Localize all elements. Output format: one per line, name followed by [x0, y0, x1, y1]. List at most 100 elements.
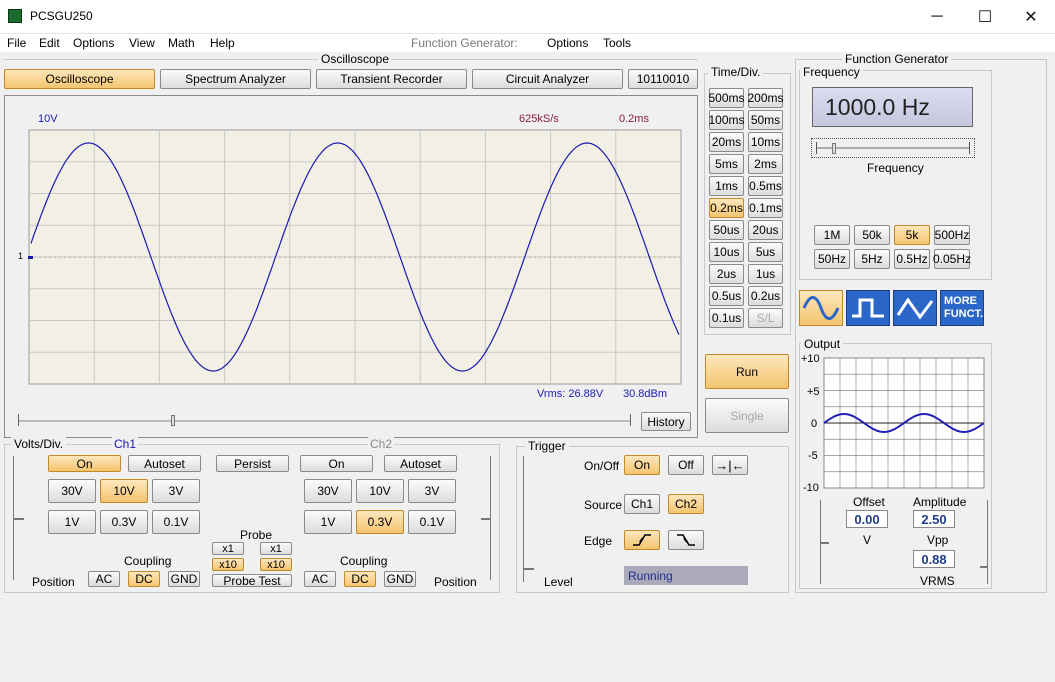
timebase-button[interactable]: 2us: [709, 264, 744, 284]
timebase-button[interactable]: 0.5ms: [748, 176, 783, 196]
freq-range-button[interactable]: 50Hz: [814, 249, 850, 269]
timebase-button[interactable]: 5ms: [709, 154, 744, 174]
ch2-coupling-gnd[interactable]: GND: [384, 571, 416, 587]
minimize-button[interactable]: ─: [914, 0, 960, 34]
timebase-button[interactable]: 10us: [709, 242, 744, 262]
run-button[interactable]: Run: [705, 354, 789, 389]
timebase-button[interactable]: 0.2us: [748, 286, 783, 306]
ch2-volts-0-1v[interactable]: 0.1V: [408, 510, 456, 534]
ch1-probe-x1[interactable]: x1: [212, 542, 244, 555]
ch2-volts-1v[interactable]: 1V: [304, 510, 352, 534]
ch1-volts-0-3v[interactable]: 0.3V: [100, 510, 148, 534]
timebase-button[interactable]: 20us: [748, 220, 783, 240]
menu-math[interactable]: Math: [168, 36, 195, 50]
ch1-volts-1v[interactable]: 1V: [48, 510, 96, 534]
freq-range-button[interactable]: 5k: [894, 225, 930, 245]
trigger-off-button[interactable]: Off: [668, 455, 704, 475]
tab-oscilloscope[interactable]: Oscilloscope: [4, 69, 155, 89]
freq-range-button[interactable]: 0.5Hz: [894, 249, 930, 269]
freq-range-button[interactable]: 0.05Hz: [933, 249, 971, 269]
tab-spectrum-analyzer[interactable]: Spectrum Analyzer: [160, 69, 311, 89]
menu-file[interactable]: File: [7, 36, 26, 50]
menu-edit[interactable]: Edit: [39, 36, 60, 50]
persist-button[interactable]: Persist: [216, 455, 289, 472]
freq-range-button[interactable]: 5Hz: [854, 249, 890, 269]
falling-edge-button[interactable]: [668, 530, 704, 550]
ch1-volts-0-1v[interactable]: 0.1V: [152, 510, 200, 534]
frequency-slider-thumb[interactable]: [832, 143, 836, 154]
trigger-source-ch2[interactable]: Ch2: [668, 494, 704, 514]
ch2-volts-30v[interactable]: 30V: [304, 479, 352, 503]
timebase-button[interactable]: 1ms: [709, 176, 744, 196]
menu-tools[interactable]: Tools: [603, 36, 631, 50]
menu-help[interactable]: Help: [210, 36, 235, 50]
freq-range-button[interactable]: 500Hz: [934, 225, 970, 245]
offset-slider[interactable]: [820, 500, 830, 584]
freq-range-button[interactable]: 1M: [814, 225, 850, 245]
timebase-button[interactable]: 200ms: [747, 88, 784, 108]
triangle-wave-button[interactable]: [893, 290, 937, 326]
menu-fg-options[interactable]: Options: [547, 36, 588, 50]
trigger-source-ch1[interactable]: Ch1: [624, 494, 660, 514]
trigger-center-button[interactable]: →|←: [712, 455, 748, 475]
ch1-on-button[interactable]: On: [48, 455, 121, 472]
more-functions-button[interactable]: MORE FUNCT.: [940, 290, 984, 326]
ch2-position-slider[interactable]: [481, 456, 491, 580]
tab-circuit-analyzer[interactable]: Circuit Analyzer: [472, 69, 623, 89]
tab-logic[interactable]: 10110010: [628, 69, 698, 89]
timebase-button[interactable]: S/L: [748, 308, 783, 328]
sine-wave-button[interactable]: [799, 290, 843, 326]
maximize-button[interactable]: ☐: [962, 0, 1008, 34]
rising-edge-button[interactable]: [624, 530, 660, 550]
timebase-button[interactable]: 100ms: [708, 110, 745, 130]
ch1-volts-3v[interactable]: 3V: [152, 479, 200, 503]
close-button[interactable]: ✕: [1008, 0, 1054, 34]
timebase-button[interactable]: 500ms: [708, 88, 745, 108]
history-button[interactable]: History: [641, 412, 691, 431]
ch1-volts-30v[interactable]: 30V: [48, 479, 96, 503]
ch2-volts-3v[interactable]: 3V: [408, 479, 456, 503]
timebase-button[interactable]: 1us: [748, 264, 783, 284]
trigger-level-slider[interactable]: [523, 456, 534, 582]
ch2-volts-10v[interactable]: 10V: [356, 479, 404, 503]
offset-value[interactable]: 0.00: [846, 510, 888, 528]
history-scroll-thumb[interactable]: [171, 415, 175, 426]
probe-test-button[interactable]: Probe Test: [212, 574, 292, 588]
amplitude-value[interactable]: 2.50: [913, 510, 955, 528]
ch1-autoset-button[interactable]: Autoset: [128, 455, 201, 472]
timebase-button[interactable]: 0.2ms: [709, 198, 744, 218]
ch1-volts-10v[interactable]: 10V: [100, 479, 148, 503]
ch2-probe-x1[interactable]: x1: [260, 542, 292, 555]
timebase-button[interactable]: 10ms: [748, 132, 783, 152]
timebase-button[interactable]: 5us: [748, 242, 783, 262]
timebase-button[interactable]: 20ms: [709, 132, 744, 152]
ch2-probe-x10[interactable]: x10: [260, 558, 292, 571]
tab-transient-recorder[interactable]: Transient Recorder: [316, 69, 467, 89]
timebase-button[interactable]: 50us: [709, 220, 744, 240]
square-wave-button[interactable]: [846, 290, 890, 326]
timebase-button[interactable]: 0.5us: [709, 286, 744, 306]
ch2-coupling-ac[interactable]: AC: [304, 571, 336, 587]
ch2-on-button[interactable]: On: [300, 455, 373, 472]
single-button[interactable]: Single: [705, 398, 789, 433]
ch1-coupling-gnd[interactable]: GND: [168, 571, 200, 587]
ch2-coupling-dc[interactable]: DC: [344, 571, 376, 587]
ch1-coupling-ac[interactable]: AC: [88, 571, 120, 587]
timebase-button[interactable]: 2ms: [748, 154, 783, 174]
ch2-autoset-button[interactable]: Autoset: [384, 455, 457, 472]
ch2-volts-0-3v[interactable]: 0.3V: [356, 510, 404, 534]
menu-view[interactable]: View: [129, 36, 155, 50]
amplitude-slider[interactable]: [978, 500, 988, 584]
ch1-probe-x10[interactable]: x10: [212, 558, 244, 571]
trigger-on-button[interactable]: On: [624, 455, 660, 475]
volts-div-title: Volts/Div.: [11, 437, 67, 451]
timebase-button[interactable]: 0.1ms: [748, 198, 783, 218]
timebase-button[interactable]: 50ms: [748, 110, 783, 130]
history-scroll-track[interactable]: [18, 420, 631, 422]
ch1-coupling-dc[interactable]: DC: [128, 571, 160, 587]
timebase-button[interactable]: 0.1us: [709, 308, 744, 328]
ch1-position-slider[interactable]: [13, 456, 24, 580]
frequency-slider[interactable]: [811, 138, 975, 158]
menu-options[interactable]: Options: [73, 36, 114, 50]
freq-range-button[interactable]: 50k: [854, 225, 890, 245]
